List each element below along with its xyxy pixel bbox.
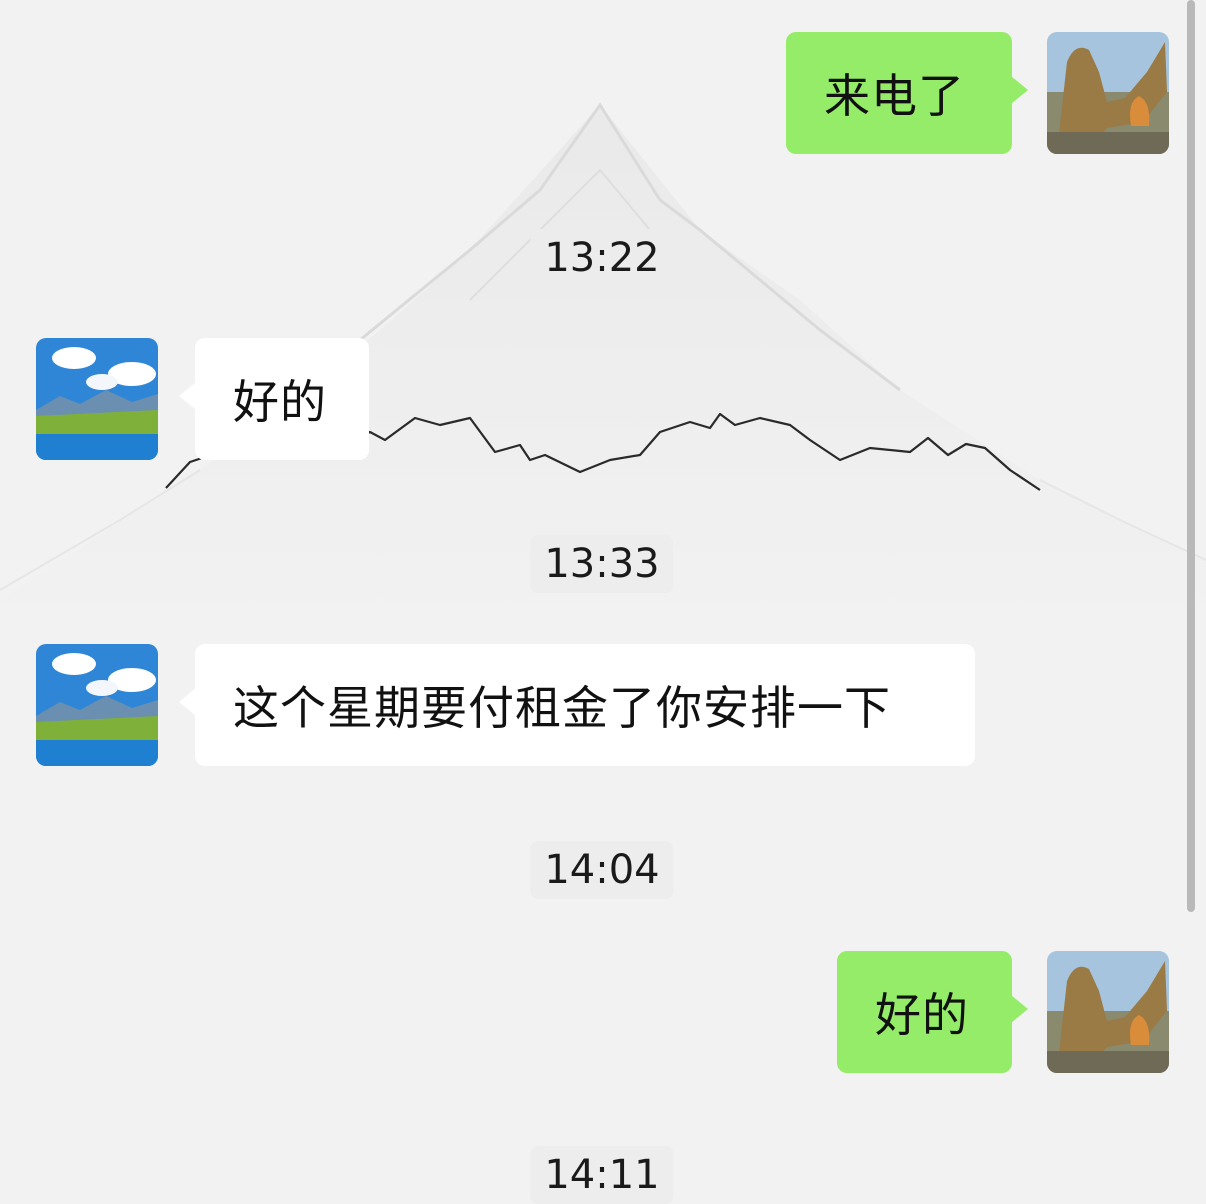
timestamp-divider: 14:04 <box>530 841 674 899</box>
timestamp-divider: 13:33 <box>530 535 674 593</box>
message-text: 好的 <box>233 375 327 429</box>
sent-message-bubble[interactable]: 来电了 <box>786 32 1028 154</box>
timestamp-divider: 13:22 <box>530 229 674 287</box>
lake-landscape-avatar[interactable] <box>36 338 158 460</box>
shiba-dinosaur-avatar[interactable] <box>1047 951 1169 1073</box>
message-text: 这个星期要付租金了你安排一下 <box>233 681 891 735</box>
message-text: 好的 <box>875 988 969 1042</box>
message-text: 来电了 <box>824 69 965 123</box>
received-message-bubble[interactable]: 好的 <box>179 338 369 460</box>
shiba-dinosaur-avatar[interactable] <box>1047 32 1169 154</box>
sent-message-bubble[interactable]: 好的 <box>837 951 1028 1073</box>
scrollbar[interactable] <box>1187 0 1195 912</box>
timestamp-divider: 14:11 <box>530 1146 674 1204</box>
lake-landscape-avatar[interactable] <box>36 644 158 766</box>
received-message-bubble[interactable]: 这个星期要付租金了你安排一下 <box>179 644 975 766</box>
